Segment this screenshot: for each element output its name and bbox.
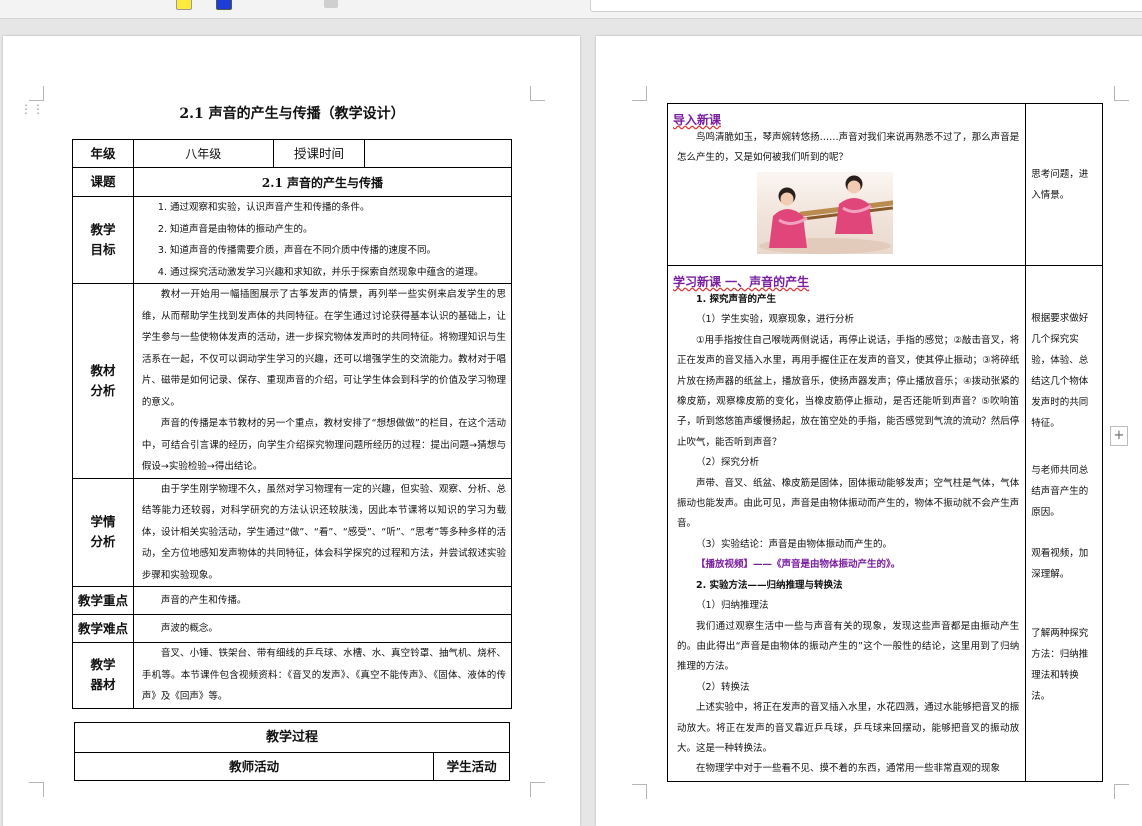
lesson-paragraph: （2）转换法	[696, 681, 750, 693]
side-note: 根据要求做好几个探究实验，体验、总结这几个物体发声时的共同特征。	[1031, 313, 1089, 429]
lesson-paragraph: ①用手指按住自己喉咙两侧说话，再停止说话，手指的感觉；②敲击音叉，将正在发声的音…	[677, 334, 1020, 448]
side-note: 与老师共同总结声音产生的原因。	[1031, 465, 1089, 518]
goal-item: 1. 通过观察和实验，认识声音产生和传播的条件。	[157, 202, 370, 213]
new-lesson-side-cell: 根据要求做好几个探究实验，体验、总结这几个物体发声时的共同特征。 与老师共同总结…	[1025, 265, 1103, 782]
drag-handle-icon[interactable]: ⋮⋮	[20, 103, 44, 115]
lesson-paragraph: （2）探究分析	[696, 457, 760, 469]
student-activity-header: 学生活动	[433, 752, 510, 781]
lesson-paragraph: 我们通过观察生活中一些与声音有关的现象，发现这些声音都是由振动产生的。由此得出“…	[677, 620, 1020, 673]
document-title: 2.1 声音的产生与传播（教学设计）	[179, 106, 405, 122]
difficulty-label: 教学难点	[72, 614, 134, 643]
key-label: 教学重点	[72, 586, 134, 615]
intro-cell: 导入新课 鸟鸣清脆如玉，琴声婉转悠扬……声音对我们来说再熟悉不过了，那么声音是怎…	[666, 103, 1027, 266]
lesson-paragraph: 1. 探究声音的产生	[696, 294, 777, 305]
side-note: 了解两种探究方法：归纳推理法和转换法。	[1031, 628, 1089, 702]
process-table-continued: 导入新课 鸟鸣清脆如玉，琴声婉转悠扬……声音对我们来说再熟悉不过了，那么声音是怎…	[666, 103, 1103, 782]
lesson-paragraph: 在物理学中对于一些看不见、摸不着的东西，通常用一些非常直观的现象	[696, 763, 1001, 775]
grade-value: 八年级	[132, 139, 274, 168]
grade-label: 年级	[72, 139, 134, 168]
font-color-icon[interactable]	[216, 0, 232, 10]
material-paragraph: 教材一开始用一幅插图展示了古筝发声的情景，再列举一些实例来启发学生的思维，从而帮…	[141, 289, 506, 408]
teacher-activity-header: 教师活动	[73, 752, 435, 781]
intro-side-cell: 思考问题，进入情景。	[1025, 103, 1103, 266]
difficulty-value: 声波的概念。	[132, 614, 513, 643]
lesson-paragraph: （3）实验结论：声音是由物体振动而产生的。	[696, 538, 893, 550]
plus-icon[interactable]: +	[1110, 426, 1128, 446]
guzheng-girls-image	[757, 172, 893, 254]
topic-label: 课题	[72, 167, 134, 197]
style-button[interactable]	[324, 0, 338, 8]
process-table: 教学过程 教师活动 学生活动	[73, 722, 510, 781]
new-lesson-heading: 学习新课 一、声音的产生	[673, 275, 810, 289]
goal-item: 3. 知道声音的传播需要介质，声音在不同介质中传播的速度不同。	[157, 245, 437, 256]
lesson-info-table: 年级 八年级 授课时间 课题 2.1 声音的产生与传播 教学目标 1. 通过观察…	[72, 139, 513, 709]
intro-text: 鸟鸣清脆如玉，琴声婉转悠扬……声音对我们来说再熟悉不过了，那么声音是怎么产生的，…	[677, 132, 1020, 163]
intro-side-note: 思考问题，进入情景。	[1031, 168, 1089, 201]
side-note: 观看视频，加深理解。	[1031, 548, 1089, 580]
lesson-paragraph: （1）学生实验，观察现象，进行分析	[696, 314, 855, 326]
goals-cell: 1. 通过观察和实验，认识声音产生和传播的条件。 2. 知道声音是由物体的振动产…	[132, 196, 513, 284]
highlight-color-icon[interactable]	[176, 0, 192, 10]
new-lesson-body: 1. 探究声音的产生 （1）学生实验，观察现象，进行分析 ①用手指按住自己喉咙两侧说…	[669, 290, 1024, 780]
goals-label: 教学目标	[72, 196, 134, 284]
students-label: 学情分析	[72, 477, 134, 587]
intro-heading: 导入新课	[673, 113, 722, 127]
new-lesson-cell: 学习新课 一、声音的产生 1. 探究声音的产生 （1）学生实验，观察现象，进行分析…	[666, 265, 1027, 782]
lesson-paragraph: （1）归纳推理法	[696, 600, 769, 612]
search-input[interactable]	[590, 0, 1142, 12]
material-cell: 教材一开始用一幅插图展示了古筝发声的情景，再列举一些实例来启发学生的思维，从而帮…	[132, 283, 513, 479]
lesson-paragraph: 声带、音叉、纸盆、橡皮筋是固体，固体振动能够发声；空气柱是气体，气体振动也能发声…	[677, 477, 1020, 530]
students-paragraph: 由于学生刚学物理不久，虽然对学习物理有一定的兴趣，但实验、观察、分析、总结等能力…	[141, 483, 506, 581]
lesson-paragraph: 上述实验中，将正在发声的音叉插入水里，水花四溅，通过水能够把音叉的振动放大。将正…	[677, 702, 1020, 754]
lesson-paragraph: 2. 实验方法——归纳推理与转换法	[696, 579, 843, 591]
material-label: 教材分析	[72, 283, 134, 479]
lesson-paragraph: 【播放视频】——《声音是由物体振动产生的》。	[696, 559, 901, 571]
equipment-paragraph: 音叉、小锤、铁架台、带有细线的乒乓球、水槽、水、真空铃罩、抽气机、烧杯、手机等。…	[141, 648, 506, 702]
time-value[interactable]	[364, 139, 512, 168]
material-paragraph: 声音的传播是本节教材的另一个重点，教材安排了“想想做做”的栏目，在这个活动中，可…	[141, 418, 506, 472]
key-value: 声音的产生和传播。	[132, 586, 513, 615]
equipment-label: 教学器材	[72, 642, 134, 709]
equipment-cell: 音叉、小锤、铁架台、带有细线的乒乓球、水槽、水、真空铃罩、抽气机、烧杯、手机等。…	[132, 642, 513, 709]
time-label: 授课时间	[272, 139, 366, 168]
goal-item: 2. 知道声音是由物体的振动产生的。	[157, 223, 313, 235]
process-title: 教学过程	[74, 722, 510, 753]
goal-item: 4. 通过探究活动激发学习兴趣和求知欲，并乐于探索自然现象中蕴含的道理。	[157, 266, 484, 278]
topic-value: 2.1 声音的产生与传播	[132, 167, 513, 197]
students-cell: 由于学生刚学物理不久，虽然对学习物理有一定的兴趣，但实验、观察、分析、总结等能力…	[132, 477, 513, 587]
ribbon-toolbar	[0, 0, 1142, 19]
